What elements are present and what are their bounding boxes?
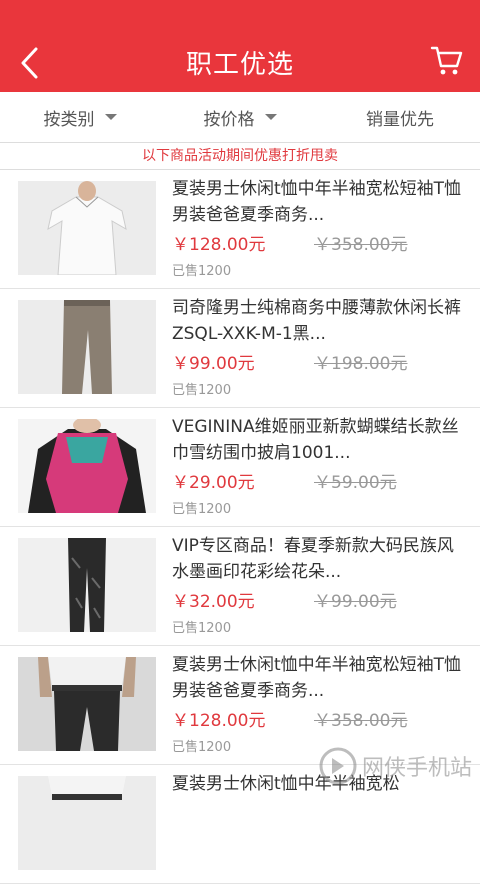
filter-label: 按类别: [43, 109, 95, 130]
filter-by-price[interactable]: 按价格: [160, 92, 320, 142]
product-image: [18, 181, 156, 275]
caret-down-icon: [104, 114, 117, 120]
product-sold-count: 已售1200: [172, 383, 232, 398]
product-original-price: ￥59.00元: [314, 473, 397, 493]
promo-notice: 以下商品活动期间优惠打折甩卖: [0, 143, 480, 170]
filter-by-sales[interactable]: 销量优先: [320, 92, 480, 142]
product-name: 司奇隆男士纯棉商务中腰薄款休闲长裤ZSQL-XXK-M-1黑...: [172, 298, 461, 344]
filter-label: 按价格: [203, 109, 255, 130]
product-price: ￥29.00元: [172, 473, 255, 493]
product-sold-count: 已售1200: [172, 264, 232, 279]
filter-bar: 按类别 按价格 销量优先: [0, 92, 480, 143]
product-image: [18, 776, 156, 870]
product-sold-count: 已售1200: [172, 621, 232, 636]
watermark-logo-icon: [319, 747, 357, 785]
product-sold-count: 已售1200: [172, 740, 232, 755]
product-original-price: ￥358.00元: [314, 711, 408, 731]
caret-down-icon: [264, 114, 277, 120]
page-title: 职工优选: [185, 50, 294, 80]
product-image: [18, 419, 156, 513]
product-original-price: ￥198.00元: [314, 354, 408, 374]
product-original-price: ￥99.00元: [314, 592, 397, 612]
product-name: VIP专区商品！春夏季新款大码民族风水墨画印花彩绘花朵...: [172, 536, 454, 582]
product-item[interactable]: 司奇隆男士纯棉商务中腰薄款休闲长裤ZSQL-XXK-M-1黑... ￥99.00…: [0, 289, 480, 408]
product-image: [18, 538, 156, 632]
watermark-text: 网侠手机站: [361, 756, 472, 781]
product-item[interactable]: VIP专区商品！春夏季新款大码民族风水墨画印花彩绘花朵... ￥32.00元 ￥…: [0, 527, 480, 646]
product-name: 夏装男士休闲t恤中年半袖宽松短袖T恤男装爸爸夏季商务...: [172, 655, 462, 701]
product-item[interactable]: VEGININA维姬丽亚新款蝴蝶结长款丝巾雪纺围巾披肩1001... ￥29.0…: [0, 408, 480, 527]
product-price: ￥128.00元: [172, 711, 266, 731]
product-price: ￥32.00元: [172, 592, 255, 612]
product-name: VEGININA维姬丽亚新款蝴蝶结长款丝巾雪纺围巾披肩1001...: [172, 417, 459, 463]
product-original-price: ￥358.00元: [314, 235, 408, 255]
top-bar: 职工优选: [0, 0, 480, 92]
site-watermark: 网侠手机站: [318, 746, 472, 786]
product-price: ￥128.00元: [172, 235, 266, 255]
shopping-cart-icon[interactable]: [430, 44, 464, 78]
product-item[interactable]: 夏装男士休闲t恤中年半袖宽松短袖T恤男装爸爸夏季商务... ￥128.00元 ￥…: [0, 170, 480, 289]
product-name: 夏装男士休闲t恤中年半袖宽松短袖T恤男装爸爸夏季商务...: [172, 179, 462, 225]
filter-by-category[interactable]: 按类别: [0, 92, 160, 142]
product-image: [18, 657, 156, 751]
product-sold-count: 已售1200: [172, 502, 232, 517]
product-price: ￥99.00元: [172, 354, 255, 374]
filter-label: 销量优先: [366, 109, 434, 130]
product-image: [18, 300, 156, 394]
